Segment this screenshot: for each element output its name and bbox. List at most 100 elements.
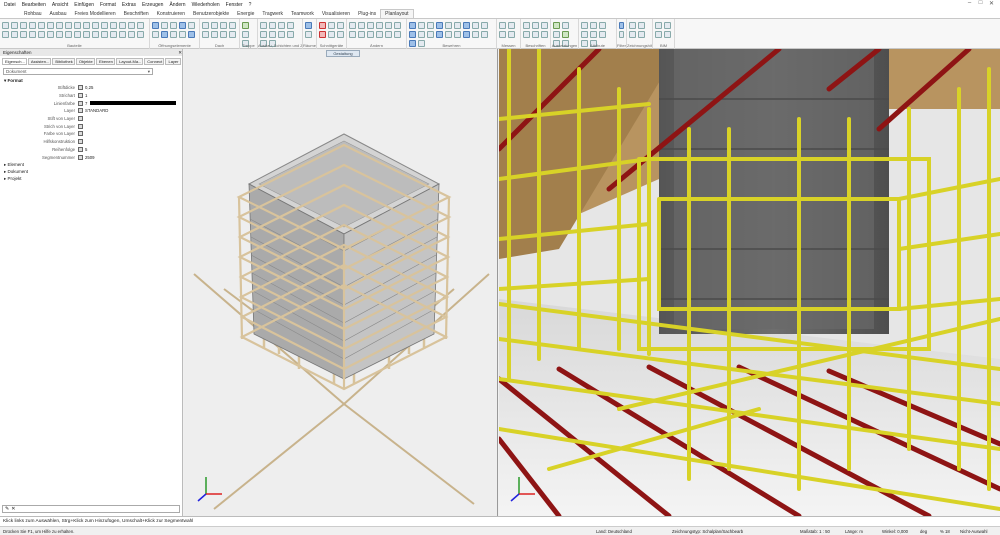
ribbon-tool-icon[interactable]	[619, 22, 624, 29]
property-icon[interactable]	[78, 123, 83, 129]
menu-item-8[interactable]: Wiederholen	[192, 2, 220, 8]
ribbon-tool-icon[interactable]	[220, 22, 227, 29]
status-laenge[interactable]: Länge: m	[845, 529, 863, 534]
ribbon-tool-icon[interactable]	[385, 31, 392, 38]
status-zeichnungstyp[interactable]: Zeichnungstyp: Schalplan/Sachbearb	[672, 529, 743, 534]
ribbon-tool-icon[interactable]	[242, 22, 249, 29]
menu-item-2[interactable]: Ansicht	[52, 2, 68, 8]
property-icon[interactable]	[78, 93, 83, 99]
menu-item-5[interactable]: Extras	[122, 2, 136, 8]
menu-item-9[interactable]: Fenster	[226, 2, 243, 8]
menu-item-1[interactable]: Bearbeiten	[22, 2, 46, 8]
tab-3[interactable]: Beschriften	[120, 10, 153, 18]
ribbon-tool-icon[interactable]	[629, 31, 636, 38]
ribbon-tool-icon[interactable]	[619, 31, 624, 38]
ribbon-tool-icon[interactable]	[523, 22, 530, 29]
tab-10[interactable]: Plug-ins	[354, 10, 380, 18]
ribbon-tool-icon[interactable]	[328, 22, 335, 29]
ribbon-tool-icon[interactable]	[74, 22, 81, 29]
menu-item-7[interactable]: Ändern	[169, 2, 185, 8]
tab-6[interactable]: Energie	[233, 10, 258, 18]
ribbon-tool-icon[interactable]	[101, 22, 108, 29]
ribbon-tool-icon[interactable]	[481, 22, 488, 29]
tab-2[interactable]: Freies Modellieren	[70, 10, 119, 18]
property-row[interactable]: Linienfarbe 7	[0, 99, 182, 107]
close-icon[interactable]: ✕	[986, 0, 997, 7]
menu-item-6[interactable]: Erzeugen	[142, 2, 163, 8]
pencil-icon[interactable]: ✎	[5, 506, 9, 512]
maximize-icon[interactable]: □	[975, 0, 986, 7]
ribbon-tool-icon[interactable]	[2, 31, 9, 38]
section-0[interactable]: ▸ Element	[0, 161, 182, 168]
ribbon-tool-icon[interactable]	[74, 31, 81, 38]
ribbon-tool-icon[interactable]	[56, 22, 63, 29]
tab-11[interactable]: Planlayout	[380, 9, 414, 18]
ribbon-tool-icon[interactable]	[65, 22, 72, 29]
ribbon-tool-icon[interactable]	[161, 22, 168, 29]
ribbon-tool-icon[interactable]	[137, 22, 144, 29]
ribbon-tool-icon[interactable]	[454, 31, 461, 38]
ribbon-tool-icon[interactable]	[287, 22, 294, 29]
panel-tab-2[interactable]: Bibliothek	[52, 58, 75, 65]
ribbon-tool-icon[interactable]	[305, 31, 312, 38]
property-row[interactable]: Segmentnummer 2509	[0, 153, 182, 161]
ribbon-tool-icon[interactable]	[319, 22, 326, 29]
ribbon-tool-icon[interactable]	[29, 22, 36, 29]
ribbon-tool-icon[interactable]	[119, 31, 126, 38]
ribbon-tool-icon[interactable]	[532, 31, 539, 38]
ribbon-tool-icon[interactable]	[128, 22, 135, 29]
line-color-swatch[interactable]	[90, 101, 177, 106]
property-row[interactable]: Hilfskonstruktion	[0, 138, 182, 146]
ribbon-tool-icon[interactable]	[11, 31, 18, 38]
ribbon-tool-icon[interactable]	[161, 31, 168, 38]
ribbon-tool-icon[interactable]	[655, 22, 662, 29]
ribbon-tool-icon[interactable]	[638, 22, 645, 29]
ribbon-tool-icon[interactable]	[367, 31, 374, 38]
ribbon-tool-icon[interactable]	[376, 22, 383, 29]
ribbon-tool-icon[interactable]	[269, 22, 276, 29]
ribbon-tool-icon[interactable]	[211, 22, 218, 29]
ribbon-tool-icon[interactable]	[599, 22, 606, 29]
minimize-icon[interactable]: –	[964, 0, 975, 7]
tab-5[interactable]: Benutzerobjekte	[189, 10, 233, 18]
ribbon-tool-icon[interactable]	[287, 31, 294, 38]
ribbon-tool-icon[interactable]	[137, 31, 144, 38]
section-format[interactable]: ▾ Format	[0, 77, 182, 84]
ribbon-tool-icon[interactable]	[599, 31, 606, 38]
ribbon-tool-icon[interactable]	[220, 31, 227, 38]
ribbon-tool-icon[interactable]	[454, 22, 461, 29]
ribbon-tool-icon[interactable]	[38, 22, 45, 29]
ribbon-tool-icon[interactable]	[532, 22, 539, 29]
ribbon-tool-icon[interactable]	[119, 22, 126, 29]
ribbon-tool-icon[interactable]	[56, 31, 63, 38]
panel-tab-0[interactable]: Eigensch...	[2, 58, 27, 65]
ribbon-tool-icon[interactable]	[664, 31, 671, 38]
section-2[interactable]: ▸ Projekt	[0, 175, 182, 182]
ribbon-tool-icon[interactable]	[581, 22, 588, 29]
property-icon[interactable]	[78, 139, 83, 145]
ribbon-tool-icon[interactable]	[436, 22, 443, 29]
command-input[interactable]: ✎ ✕	[2, 505, 180, 513]
property-row[interactable]: Farbe von Layer	[0, 130, 182, 138]
ribbon-tool-icon[interactable]	[499, 31, 506, 38]
ribbon-tool-icon[interactable]	[170, 31, 177, 38]
section-1[interactable]: ▸ Dokument	[0, 168, 182, 175]
panel-tab-1[interactable]: Assisten...	[27, 58, 52, 65]
ribbon-tool-icon[interactable]	[188, 31, 195, 38]
panel-close-icon[interactable]: ✕	[178, 50, 182, 56]
ribbon-tool-icon[interactable]	[152, 22, 159, 29]
menu-item-10[interactable]: ?	[249, 2, 252, 8]
ribbon-tool-icon[interactable]	[472, 22, 479, 29]
ribbon-tool-icon[interactable]	[65, 31, 72, 38]
ribbon-tool-icon[interactable]	[427, 22, 434, 29]
ribbon-tool-icon[interactable]	[269, 31, 276, 38]
ribbon-tool-icon[interactable]	[376, 31, 383, 38]
ribbon-tool-icon[interactable]	[427, 31, 434, 38]
menu-item-0[interactable]: Datei	[4, 2, 16, 8]
ribbon-tool-icon[interactable]	[260, 31, 267, 38]
menu-item-4[interactable]: Format	[100, 2, 116, 8]
ribbon-tool-icon[interactable]	[481, 31, 488, 38]
ribbon-tool-icon[interactable]	[541, 31, 548, 38]
ribbon-tool-icon[interactable]	[523, 31, 530, 38]
property-row[interactable]: Strichart 1	[0, 92, 182, 100]
